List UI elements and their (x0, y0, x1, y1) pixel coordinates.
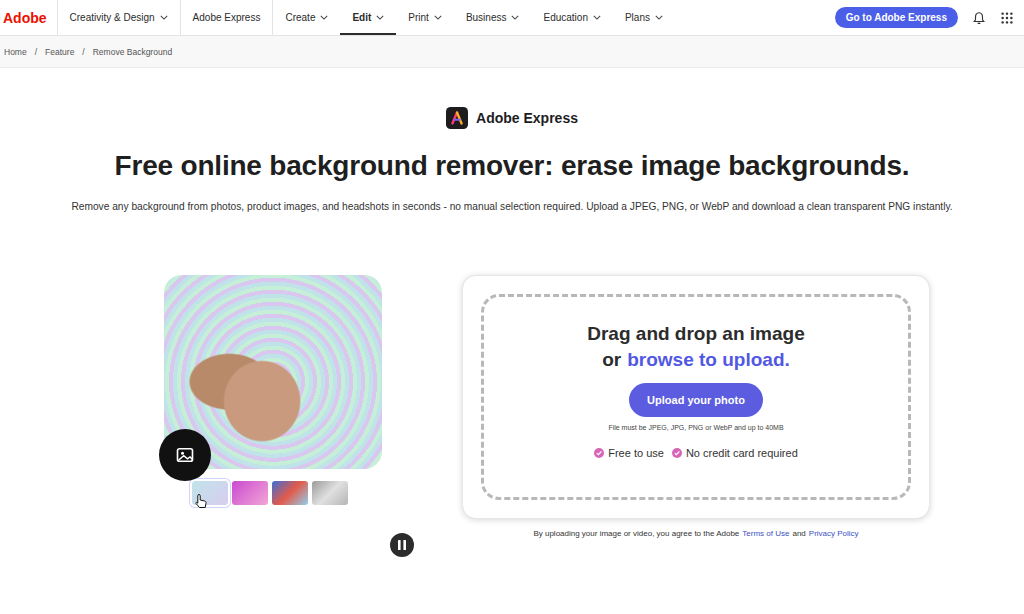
chevron-down-icon (160, 15, 168, 20)
breadcrumb-item[interactable]: Feature (45, 47, 74, 57)
breadcrumb-item[interactable]: Remove Background (93, 47, 172, 57)
drop-zone[interactable]: Drag and drop an imageorbrowse to upload… (481, 294, 911, 500)
breadcrumb-item[interactable]: Home (4, 47, 27, 57)
perks: Free to use No credit card required (594, 447, 798, 459)
perk: Free to use (594, 447, 664, 459)
breadcrumb: Home / Feature / Remove Background (0, 36, 1024, 68)
check-icon (594, 448, 604, 458)
bell-icon[interactable] (972, 11, 986, 25)
apps-grid-icon[interactable] (1000, 11, 1014, 25)
image-icon (175, 445, 195, 465)
page-heading: Free online background remover: erase im… (0, 147, 1024, 185)
nav-actions: Go to Adobe Express (835, 0, 1024, 35)
nav-item[interactable]: Print (396, 0, 454, 35)
thumbnail[interactable] (232, 481, 268, 505)
browse-link[interactable]: browse to upload. (627, 347, 790, 373)
image-button[interactable] (159, 429, 211, 481)
chevron-down-icon (376, 15, 384, 20)
nav-item[interactable]: Business (454, 0, 532, 35)
privacy-link[interactable]: Privacy Policy (809, 529, 859, 538)
thumbnail[interactable] (272, 481, 308, 505)
go-to-express-button[interactable]: Go to Adobe Express (835, 7, 958, 28)
adobe-logo[interactable]: Adobe (0, 0, 58, 35)
adobe-express-icon (446, 107, 468, 129)
chevron-down-icon (320, 15, 328, 20)
chevron-down-icon (593, 15, 601, 20)
breadcrumb-separator: / (82, 47, 84, 57)
product-logo: Adobe Express (0, 106, 1024, 130)
page: AdobeCreativity & DesignAdobe ExpressCre… (0, 0, 1024, 614)
pause-icon (390, 533, 414, 557)
chevron-down-icon (511, 15, 519, 20)
hand-cursor-icon (194, 493, 208, 509)
nav-item[interactable]: Adobe Express (181, 0, 274, 35)
thumbnail[interactable] (312, 481, 348, 505)
breadcrumb-separator: / (35, 47, 37, 57)
terms-link[interactable]: Terms of Use (742, 529, 789, 538)
hero-section: Drag and drop an imageorbrowse to upload… (0, 275, 1024, 557)
nav-item[interactable]: Edit (340, 0, 396, 35)
nav-item[interactable]: Education (531, 0, 612, 35)
upload-card: Drag and drop an imageorbrowse to upload… (462, 275, 930, 519)
nav-item[interactable]: Creativity & Design (58, 0, 181, 35)
drop-title: Drag and drop an image (587, 321, 804, 347)
perk: No credit card required (672, 447, 798, 459)
chevron-down-icon (434, 15, 442, 20)
check-icon (672, 448, 682, 458)
chevron-down-icon (655, 15, 663, 20)
nav-item[interactable]: Plans (613, 0, 675, 35)
upload-button[interactable]: Upload your photo (629, 383, 763, 417)
nav-item[interactable]: Create (273, 0, 340, 35)
file-note: File must be JPEG, JPG, PNG or WebP and … (608, 424, 783, 431)
pause-button[interactable] (390, 533, 414, 557)
page-subheading: Remove any background from photos, produ… (0, 199, 1024, 215)
top-nav: AdobeCreativity & DesignAdobe ExpressCre… (0, 0, 1024, 36)
preview-column (164, 275, 444, 557)
legal-notice: By uploading your image or video, you ag… (533, 529, 858, 538)
upload-column: Drag and drop an imageorbrowse to upload… (462, 275, 930, 538)
